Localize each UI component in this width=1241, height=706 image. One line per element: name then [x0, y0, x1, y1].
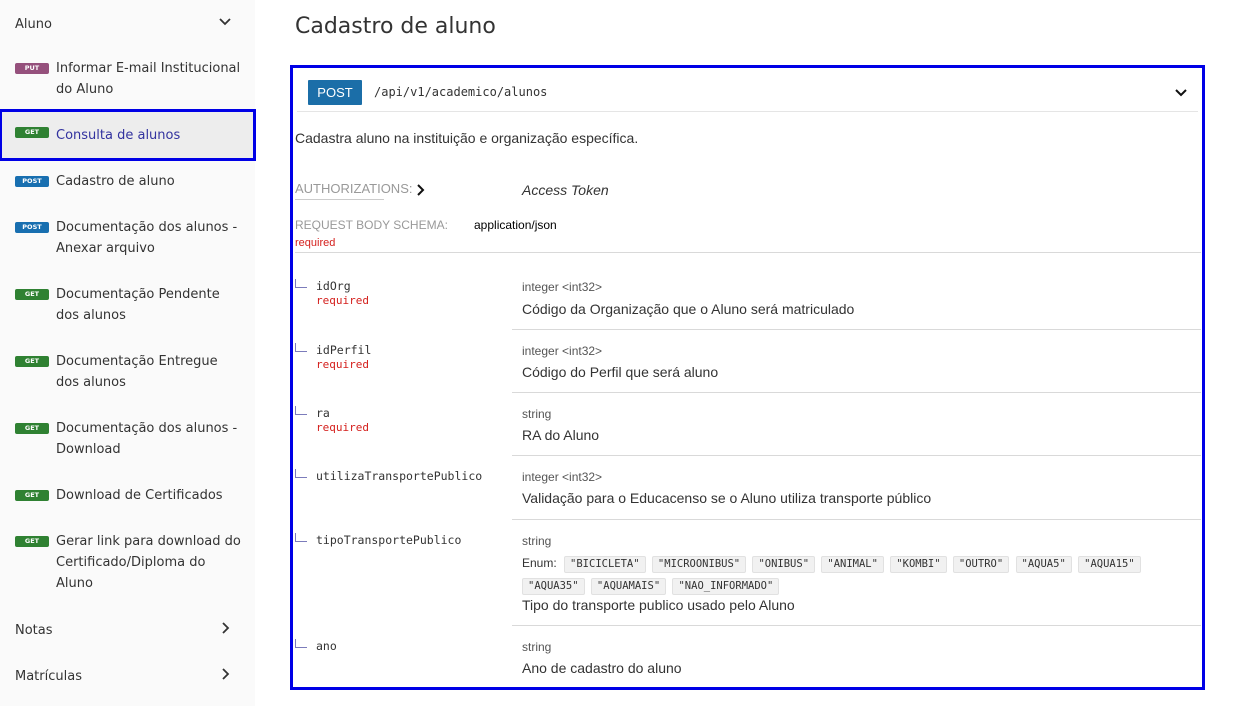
enum-value: "KOMBI": [890, 556, 947, 573]
property-name: utilizaTransportePublico: [316, 469, 483, 483]
property-name: idOrg: [316, 279, 351, 293]
enum-value: "OUTRO": [952, 556, 1010, 573]
divider: [512, 519, 1201, 520]
property-description: Código da Organização que o Aluno será m…: [522, 301, 855, 317]
enum-value: "AQUA5": [1015, 556, 1072, 573]
property-description: Validação para o Educacenso se o Aluno u…: [522, 490, 932, 506]
method-badge-get: GET: [15, 356, 49, 367]
tree-connector: [295, 533, 307, 542]
property-description: Ano de cadastro do aluno: [522, 660, 682, 676]
property-name: tipoTransportePublico: [316, 533, 462, 547]
sidebar-item-label: Documentação dos alunos - Anexar arquivo: [56, 220, 238, 256]
method-badge-get: GET: [15, 536, 49, 547]
property-description: Código do Perfil que será aluno: [522, 364, 719, 380]
sidebar-item-label: Gerar link para download do Certificado/…: [56, 534, 241, 591]
endpoint-path: /api/v1/academico/alunos: [374, 85, 548, 99]
tree-connector: [295, 639, 307, 648]
sidebar-item-cadastro-aluno[interactable]: POST Cadastro de aluno: [0, 164, 255, 202]
enum-value: "MICROONIBUS": [651, 556, 747, 573]
sidebar-item-label: Informar E-mail Institucional do Aluno: [56, 61, 241, 97]
property-type: integer <int32>: [522, 280, 603, 294]
property-type: integer <int32>: [522, 344, 603, 358]
enum-value: "ONIBUS": [752, 556, 816, 573]
request-body-required: required: [295, 237, 336, 249]
property-required: required: [316, 421, 369, 434]
sidebar-item-documentacao-download[interactable]: GET Documentação dos alunos - Download: [0, 411, 255, 469]
endpoint-toggle[interactable]: POST /api/v1/academico/alunos: [297, 72, 1198, 112]
method-badge-post: POST: [15, 222, 49, 233]
enum-value: "NAO_INFORMADO": [672, 578, 780, 595]
method-badge-post: POST: [15, 176, 49, 187]
sidebar-item-consulta-alunos[interactable]: GET Consulta de alunos: [0, 109, 256, 161]
tree-connector: [295, 279, 307, 288]
sidebar-item-documentacao-pendente[interactable]: GET Documentação Pendente dos alunos: [0, 277, 255, 335]
tree-connector: [295, 406, 307, 415]
sidebar-item-gerar-link[interactable]: GET Gerar link para download do Certific…: [0, 524, 255, 602]
sidebar-group-matriculas[interactable]: Matrículas: [0, 655, 255, 695]
divider: [512, 392, 1201, 393]
enum-value: "AQUA15": [1078, 556, 1141, 573]
tree-connector: [295, 469, 307, 478]
sidebar-item-label: Documentação Pendente dos alunos: [56, 287, 220, 323]
property-type: string: [522, 407, 552, 421]
property-description: Tipo do transporte publico usado pelo Al…: [522, 597, 795, 613]
property-name: ra: [316, 406, 330, 420]
sidebar-item-documentacao-entregue[interactable]: GET Documentação Entregue dos alunos: [0, 344, 255, 402]
property-required: required: [316, 358, 369, 371]
method-badge-get: GET: [15, 490, 49, 501]
sidebar-item-download-certificados[interactable]: GET Download de Certificados: [0, 478, 255, 516]
method-badge-get: GET: [15, 423, 49, 434]
authorizations-label: AUTHORIZATIONS:: [295, 181, 412, 200]
enum-value: "AQUA35": [522, 578, 585, 595]
method-badge-get: GET: [15, 289, 49, 300]
sidebar-group-aluno[interactable]: Aluno: [0, 3, 255, 43]
sidebar-item-label: Consulta de alunos: [56, 128, 181, 143]
enum-label: Enum:: [522, 556, 557, 570]
sidebar-item-label: Documentação dos alunos - Download: [56, 421, 238, 457]
divider: [512, 455, 1201, 456]
enum-value: "ANIMAL": [821, 556, 884, 573]
method-chip-post: POST: [308, 80, 362, 105]
endpoint-description: Cadastra aluno na instituição e organiza…: [295, 130, 639, 146]
property-type: string: [522, 640, 552, 654]
enum-value: "BICICLETA": [564, 556, 646, 573]
sidebar-item-documentacao-anexar[interactable]: POST Documentação dos alunos - Anexar ar…: [0, 210, 255, 268]
sidebar-group-notas[interactable]: Notas: [0, 609, 255, 649]
chevron-right-icon: [222, 622, 230, 634]
property-description: RA do Aluno: [522, 427, 600, 443]
page-title: Cadastro de aluno: [295, 14, 496, 39]
property-name: idPerfil: [316, 343, 372, 357]
authorizations-value: Access Token: [522, 182, 609, 198]
sidebar-item-informar-email[interactable]: PUT Informar E-mail Institucional do Alu…: [0, 51, 255, 107]
method-badge-get: GET: [15, 127, 49, 138]
property-type: integer <int32>: [522, 470, 603, 484]
sidebar-item-label: Download de Certificados: [56, 488, 223, 503]
divider: [512, 625, 1201, 626]
enum-values: Enum: "BICICLETA" "MICROONIBUS" "ONIBUS"…: [522, 552, 1182, 596]
sidebar-item-label: Documentação Entregue dos alunos: [56, 354, 218, 390]
chevron-down-icon: [219, 18, 231, 26]
request-body-label: REQUEST BODY SCHEMA:: [295, 218, 448, 232]
property-name: ano: [316, 639, 337, 653]
chevron-down-icon: [1175, 89, 1187, 97]
request-body-content-type: application/json: [474, 218, 557, 232]
property-type: string: [522, 534, 552, 548]
divider: [295, 252, 1201, 253]
tree-connector: [295, 343, 307, 352]
chevron-right-icon: [417, 184, 425, 196]
property-required: required: [316, 294, 369, 307]
sidebar-group-label: Matrículas: [15, 669, 82, 684]
enum-value: "AQUAMAIS": [590, 578, 667, 595]
sidebar-group-label: Notas: [15, 623, 53, 638]
sidebar-item-label: Cadastro de aluno: [56, 174, 175, 189]
divider: [512, 329, 1201, 330]
method-badge-put: PUT: [15, 63, 49, 74]
sidebar: Aluno PUT Informar E-mail Institucional …: [0, 0, 256, 706]
sidebar-group-label: Aluno: [15, 17, 52, 32]
chevron-right-icon: [222, 668, 230, 680]
